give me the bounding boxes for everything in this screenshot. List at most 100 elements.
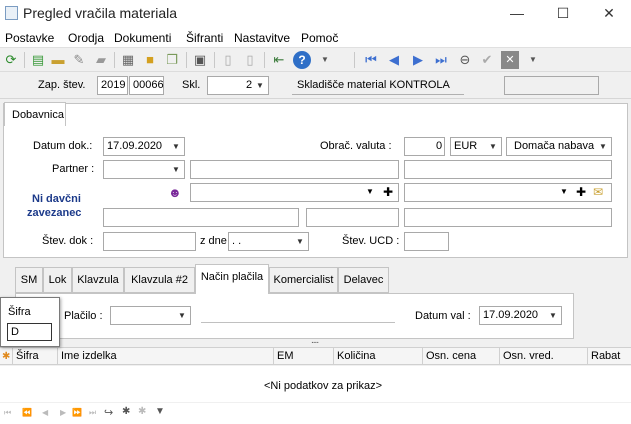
- number-field[interactable]: 00066: [129, 76, 164, 95]
- chevron-down-icon[interactable]: ▼: [597, 141, 609, 153]
- refresh-icon[interactable]: ⟳: [2, 51, 20, 69]
- pages-icon[interactable]: ▯: [241, 51, 259, 69]
- tab-klavzula[interactable]: Klavzula: [72, 267, 124, 293]
- chevron-down-icon[interactable]: ▼: [176, 310, 188, 322]
- nav-prev-page-icon[interactable]: ⏪: [22, 408, 32, 417]
- contact-select[interactable]: ▼ ✚ ✉: [404, 183, 612, 202]
- first-record-icon[interactable]: ⏮: [362, 51, 380, 69]
- valuta-rate-field[interactable]: 0: [404, 137, 445, 156]
- skl-label: Skl.: [182, 79, 201, 91]
- tab-dobavnica-label: Dobavnica: [12, 109, 64, 121]
- nabava-select[interactable]: Domača nabava ▼: [506, 137, 612, 156]
- tab-dobavnica[interactable]: Dobavnica: [4, 102, 66, 126]
- stev-dok-field[interactable]: [103, 232, 196, 251]
- document-header: Zap. štev. 2019 00066 Skl. 2 ▼ Skladišče…: [0, 73, 631, 99]
- chevron-down-icon[interactable]: ▼: [560, 187, 568, 196]
- column-em[interactable]: EM: [274, 348, 334, 365]
- new-document-icon[interactable]: ▤: [29, 51, 47, 69]
- open-folder-icon[interactable]: ▬: [49, 51, 67, 69]
- help-icon[interactable]: ?: [293, 51, 311, 69]
- nav-refresh-icon[interactable]: ↪: [104, 406, 113, 419]
- tab-nacin-placila[interactable]: Način plačila: [195, 264, 269, 294]
- nav-last-icon[interactable]: ⏭: [89, 408, 96, 418]
- tab-sm[interactable]: SM: [15, 267, 43, 293]
- nav-next-icon[interactable]: ▶: [60, 408, 66, 417]
- column-osn-vred[interactable]: Osn. vred.: [500, 348, 588, 365]
- lock-icon[interactable]: ■: [141, 51, 159, 69]
- insert-record-icon[interactable]: ⊖: [456, 51, 474, 69]
- next-record-icon[interactable]: ▶: [409, 51, 427, 69]
- chevron-down-icon[interactable]: ▼: [294, 236, 306, 248]
- tab-lok[interactable]: Lok: [43, 267, 72, 293]
- maximize-button[interactable]: ☐: [540, 0, 586, 27]
- placilo-select[interactable]: ▼: [110, 306, 191, 325]
- delete-icon[interactable]: ▰: [92, 51, 110, 69]
- cancel-icon[interactable]: ✕: [501, 51, 519, 69]
- year-field[interactable]: 2019: [97, 76, 128, 95]
- datum-dok-field[interactable]: 17.09.2020 ▼: [103, 137, 185, 156]
- nav-filter-icon[interactable]: ▼: [155, 406, 165, 417]
- stev-ucd-field[interactable]: [404, 232, 449, 251]
- last-record-icon[interactable]: ⏭: [432, 51, 450, 69]
- nav-next-page-icon[interactable]: ⏩: [72, 408, 82, 417]
- menu-pomoc[interactable]: Pomoč: [301, 31, 338, 45]
- datum-dok-label: Datum dok.:: [33, 140, 93, 152]
- splitter-handle[interactable]: ....: [311, 335, 319, 346]
- nav-cancel-icon[interactable]: ✱: [138, 406, 146, 417]
- nav-edit-icon[interactable]: ✱: [122, 406, 130, 417]
- copy-icon[interactable]: ❐: [163, 51, 181, 69]
- address-select[interactable]: ▼ ✚: [190, 183, 399, 202]
- minimize-button[interactable]: —: [494, 0, 540, 27]
- chevron-down-icon[interactable]: ▼: [547, 310, 559, 322]
- column-kolicina[interactable]: Količina: [334, 348, 423, 365]
- tab-komercialist[interactable]: Komercialist: [269, 267, 338, 293]
- chevron-down-icon[interactable]: ▼: [170, 141, 182, 153]
- chevron-down-icon[interactable]: ▼: [366, 187, 374, 196]
- chevron-down-icon[interactable]: ▼: [254, 80, 266, 92]
- partner-extra-field[interactable]: [404, 160, 612, 179]
- postal-field[interactable]: [306, 208, 399, 227]
- toolbar-separator: [214, 52, 215, 68]
- warehouse-select[interactable]: 2 ▼: [207, 76, 269, 95]
- page-icon[interactable]: ▯: [219, 51, 237, 69]
- menu-sifranti[interactable]: Šifranti: [186, 31, 223, 45]
- partner-name-field[interactable]: [190, 160, 399, 179]
- email-icon[interactable]: ✉: [593, 185, 603, 199]
- column-rabat[interactable]: Rabat: [588, 348, 631, 365]
- close-button[interactable]: ✕: [586, 0, 631, 27]
- prev-record-icon[interactable]: ◀: [385, 51, 403, 69]
- z-dne-field[interactable]: . . ▼: [228, 232, 309, 251]
- valuta-select[interactable]: EUR ▼: [450, 137, 502, 156]
- column-sifra[interactable]: Šifra: [13, 348, 58, 365]
- tab-delavec[interactable]: Delavec: [338, 267, 389, 293]
- edit-icon[interactable]: ✎: [70, 51, 88, 69]
- popup-sifra-input[interactable]: D: [7, 323, 52, 341]
- contact-person-icon[interactable]: ☻: [168, 185, 186, 201]
- z-dne-label: z dne: [200, 235, 227, 247]
- menu-nastavitve[interactable]: Nastavitve: [234, 31, 290, 45]
- city-field[interactable]: [404, 208, 612, 227]
- calculator-icon[interactable]: ▦: [119, 51, 137, 69]
- valuta-select-value: EUR: [454, 140, 478, 152]
- add-icon[interactable]: ✚: [383, 185, 393, 199]
- exit-icon[interactable]: ⇤: [270, 51, 288, 69]
- column-ime-izdelka[interactable]: Ime izdelka: [58, 348, 274, 365]
- menu-dokumenti[interactable]: Dokumenti: [114, 31, 171, 45]
- tab-klavzula-2[interactable]: Klavzula #2: [124, 267, 195, 293]
- column-osn-cena[interactable]: Osn. cena: [423, 348, 500, 365]
- nav-first-icon[interactable]: ⏮: [4, 408, 11, 418]
- chevron-down-icon[interactable]: ▼: [487, 141, 499, 153]
- datum-val-field[interactable]: 17.09.2020 ▼: [479, 306, 562, 325]
- menu-orodja[interactable]: Orodja: [68, 31, 104, 45]
- confirm-icon[interactable]: ✔: [478, 51, 496, 69]
- address-line-field[interactable]: [103, 208, 299, 227]
- datum-val-value: 17.09.2020: [483, 309, 539, 321]
- navigator-dropdown-icon[interactable]: ▼: [524, 51, 542, 69]
- menu-postavke[interactable]: Postavke: [5, 31, 54, 45]
- nav-prev-icon[interactable]: ◀: [42, 408, 48, 417]
- help-dropdown-icon[interactable]: ▼: [316, 51, 334, 69]
- add-icon[interactable]: ✚: [576, 185, 586, 199]
- partner-select[interactable]: ▼: [103, 160, 185, 179]
- chevron-down-icon[interactable]: ▼: [170, 164, 182, 176]
- print-icon[interactable]: ▣: [191, 51, 209, 69]
